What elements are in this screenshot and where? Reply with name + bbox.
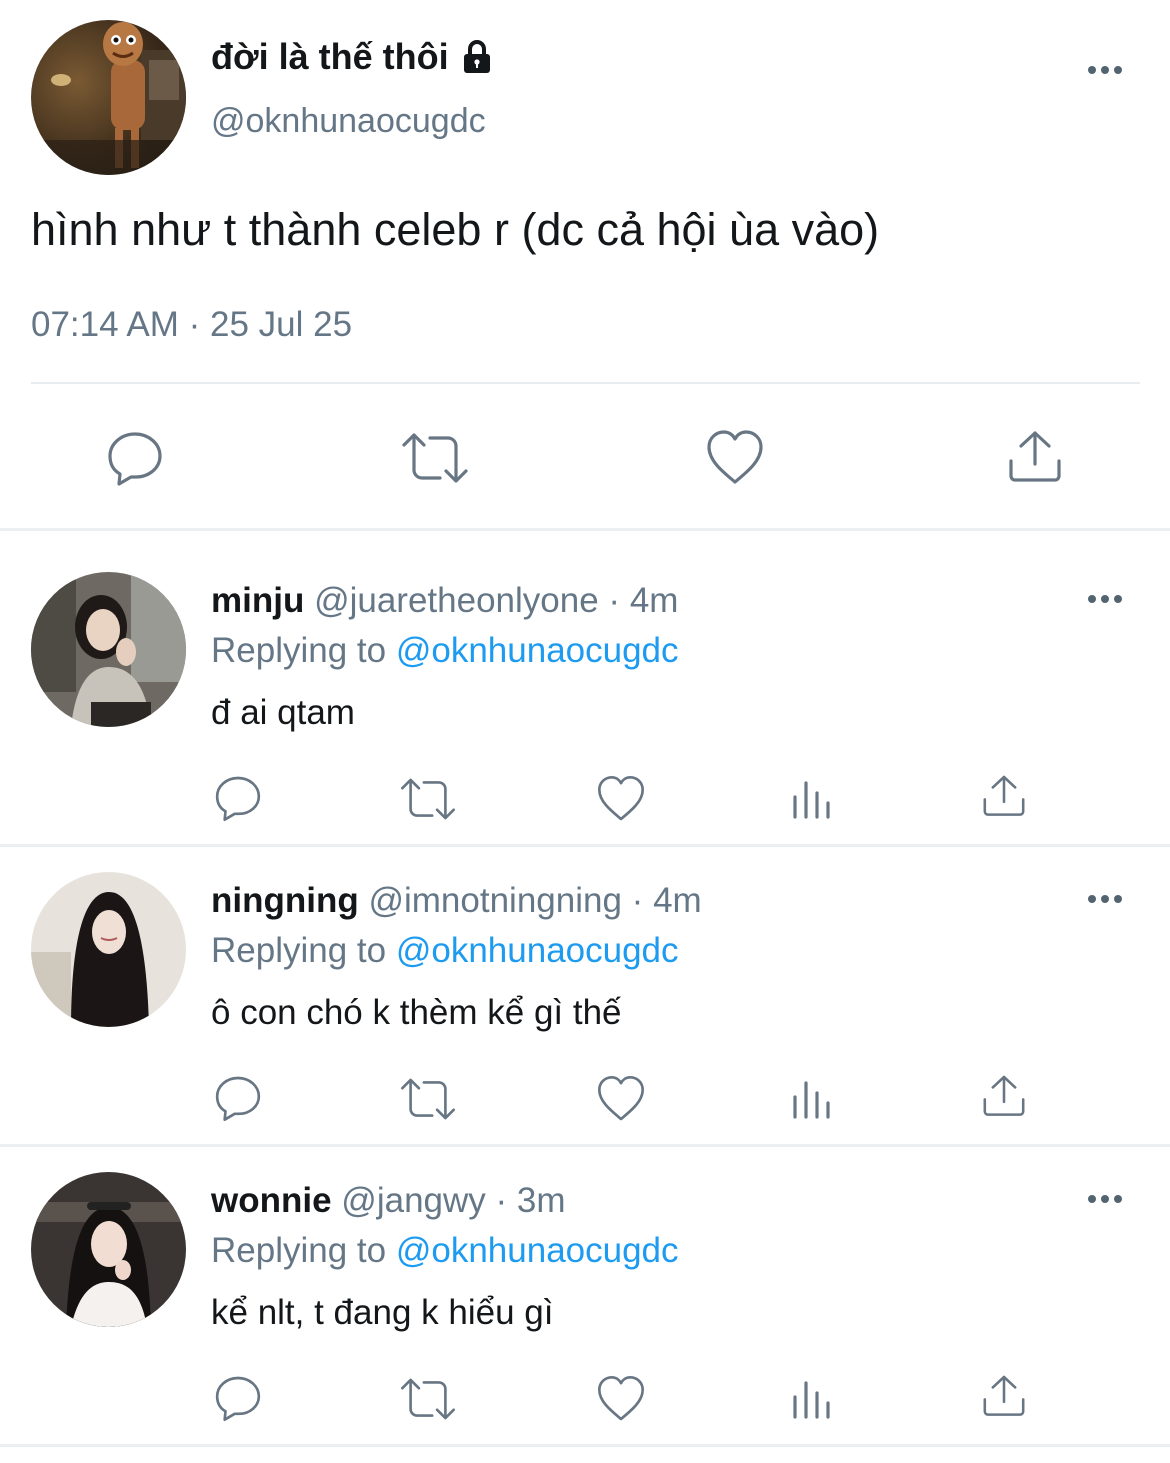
- mention-link[interactable]: @oknhunaocugdc: [396, 631, 679, 670]
- avatar-image: [31, 572, 186, 727]
- more-options-icon[interactable]: [1088, 595, 1122, 603]
- tweet-timestamp[interactable]: 07:14 AM · 25 Jul 25: [31, 305, 352, 345]
- like-icon[interactable]: [705, 428, 765, 488]
- analytics-icon[interactable]: [791, 1379, 835, 1419]
- divider: [31, 382, 1140, 384]
- share-icon[interactable]: [1005, 428, 1065, 488]
- separator-dot: ·: [495, 1181, 508, 1220]
- reply-icon[interactable]: [105, 428, 165, 488]
- reply-text: đ ai qtam: [211, 693, 355, 732]
- separator-dot: ·: [608, 581, 621, 620]
- more-options-icon[interactable]: [1088, 66, 1122, 74]
- avatar-image: [31, 872, 186, 1027]
- retweet-icon[interactable]: [399, 1074, 457, 1124]
- share-icon[interactable]: [980, 1073, 1028, 1121]
- reply-avatar[interactable]: [31, 572, 186, 727]
- mention-link[interactable]: @oknhunaocugdc: [396, 1231, 679, 1270]
- more-options-icon[interactable]: [1088, 895, 1122, 903]
- retweet-icon[interactable]: [400, 428, 470, 488]
- reply-icon[interactable]: [213, 773, 263, 823]
- reply-display-name[interactable]: ningning: [211, 881, 359, 920]
- share-icon[interactable]: [980, 1373, 1028, 1421]
- avatar-image: [31, 1172, 186, 1327]
- reply-display-name[interactable]: minju: [211, 581, 304, 620]
- replying-to-label: Replying to: [211, 1231, 387, 1270]
- like-icon[interactable]: [596, 774, 646, 824]
- reply-header: minju @juaretheonlyone · 4m: [211, 581, 678, 621]
- reply-tweet[interactable]: ningning @imnotningning · 4m Replying to…: [0, 831, 1170, 1144]
- replying-to-label: Replying to: [211, 931, 387, 970]
- author-avatar[interactable]: [31, 20, 186, 175]
- avatar-image: [31, 20, 186, 175]
- replying-to-line: Replying to @oknhunaocugdc: [211, 631, 679, 671]
- tweet-text: hình như t thành celeb r (dc cả hội ùa v…: [31, 204, 880, 255]
- author-name-row[interactable]: đời là thế thôi: [211, 36, 495, 78]
- retweet-icon[interactable]: [399, 774, 457, 824]
- like-icon[interactable]: [596, 1374, 646, 1424]
- more-options-icon[interactable]: [1088, 1195, 1122, 1203]
- reply-display-name[interactable]: wonnie: [211, 1181, 332, 1220]
- replying-to-line: Replying to @oknhunaocugdc: [211, 931, 679, 971]
- separator-dot: ·: [631, 881, 644, 920]
- author-handle[interactable]: @oknhunaocugdc: [211, 102, 486, 141]
- retweet-icon[interactable]: [399, 1374, 457, 1424]
- reply-time[interactable]: 3m: [517, 1181, 566, 1220]
- reply-time[interactable]: 4m: [630, 581, 679, 620]
- reply-header: ningning @imnotningning · 4m: [211, 881, 702, 921]
- section-divider: [0, 1444, 1170, 1447]
- reply-tweet[interactable]: minju @juaretheonlyone · 4m Replying to …: [0, 531, 1170, 844]
- replying-to-label: Replying to: [211, 631, 387, 670]
- reply-icon[interactable]: [213, 1073, 263, 1123]
- reply-handle[interactable]: @imnotningning: [368, 881, 621, 920]
- reply-avatar[interactable]: [31, 872, 186, 1027]
- author-display-name[interactable]: đời là thế thôi: [211, 36, 449, 78]
- reply-tweet[interactable]: wonnie @jangwy · 3m Replying to @oknhuna…: [0, 1131, 1170, 1444]
- analytics-icon[interactable]: [791, 779, 835, 819]
- lock-icon: [463, 40, 490, 73]
- reply-header: wonnie @jangwy · 3m: [211, 1181, 566, 1221]
- reply-time[interactable]: 4m: [653, 881, 702, 920]
- reply-handle[interactable]: @juaretheonlyone: [314, 581, 599, 620]
- replying-to-line: Replying to @oknhunaocugdc: [211, 1231, 679, 1271]
- reply-avatar[interactable]: [31, 1172, 186, 1327]
- analytics-icon[interactable]: [791, 1079, 835, 1119]
- mention-link[interactable]: @oknhunaocugdc: [396, 931, 679, 970]
- reply-icon[interactable]: [213, 1373, 263, 1423]
- reply-text: ô con chó k thèm kể gì thế: [211, 993, 622, 1032]
- reply-handle[interactable]: @jangwy: [341, 1181, 485, 1220]
- reply-text: kể nlt, t đang k hiểu gì: [211, 1293, 554, 1332]
- like-icon[interactable]: [596, 1074, 646, 1124]
- share-icon[interactable]: [980, 773, 1028, 821]
